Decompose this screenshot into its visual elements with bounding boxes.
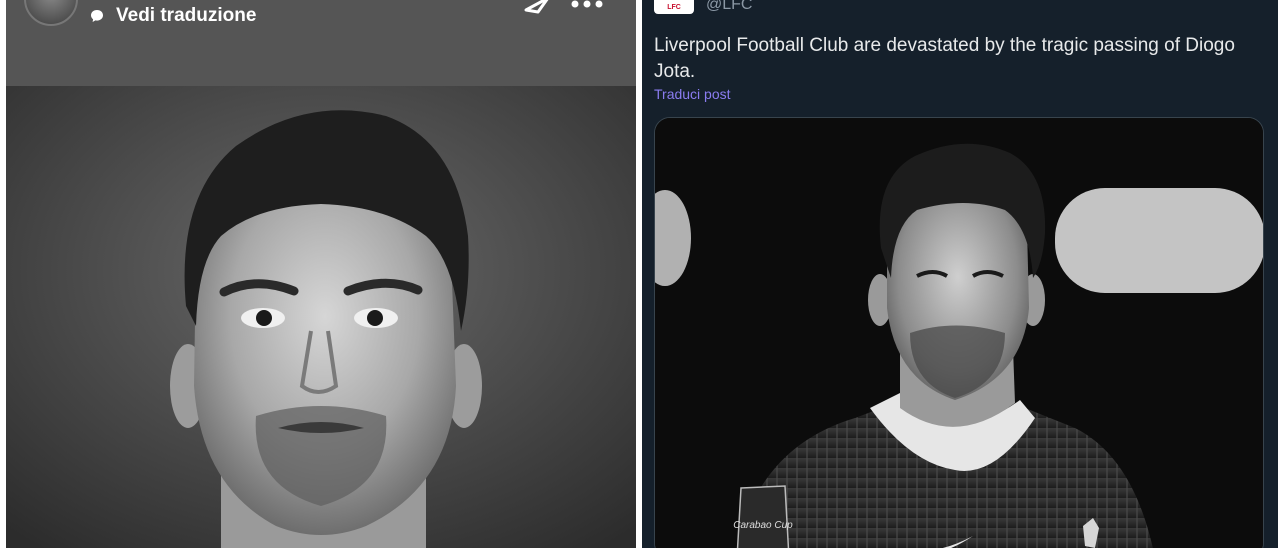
speech-bubble-icon — [91, 10, 103, 22]
see-translation-button[interactable]: Vedi traduzione — [90, 2, 256, 30]
account-handle[interactable]: @LFC — [706, 0, 752, 14]
story-photo — [6, 86, 636, 548]
send-icon[interactable] — [524, 0, 552, 14]
player-photo-image: Carabao Cup — [655, 118, 1263, 548]
lfc-logo[interactable]: LFC — [654, 0, 694, 14]
more-options-icon[interactable] — [570, 0, 604, 9]
story-controls — [524, 0, 604, 14]
story-header: Vedi traduzione — [6, 0, 636, 86]
post-panel: LFC @LFC Liverpool Football Club are dev… — [642, 0, 1278, 548]
avatar[interactable] — [24, 0, 78, 26]
post-media[interactable]: Carabao Cup — [654, 117, 1264, 548]
translate-post-link[interactable]: Traduci post — [654, 86, 731, 102]
post-text: Liverpool Football Club are devastated b… — [654, 35, 1235, 82]
story-panel: Vedi traduzione — [6, 0, 636, 548]
lfc-logo-text: LFC — [667, 4, 681, 11]
player-portrait-image — [6, 86, 636, 548]
badge-text: Carabao Cup — [733, 520, 793, 531]
carabao-cup-badge: Carabao Cup — [733, 485, 793, 548]
see-translation-label: Vedi traduzione — [116, 5, 257, 26]
